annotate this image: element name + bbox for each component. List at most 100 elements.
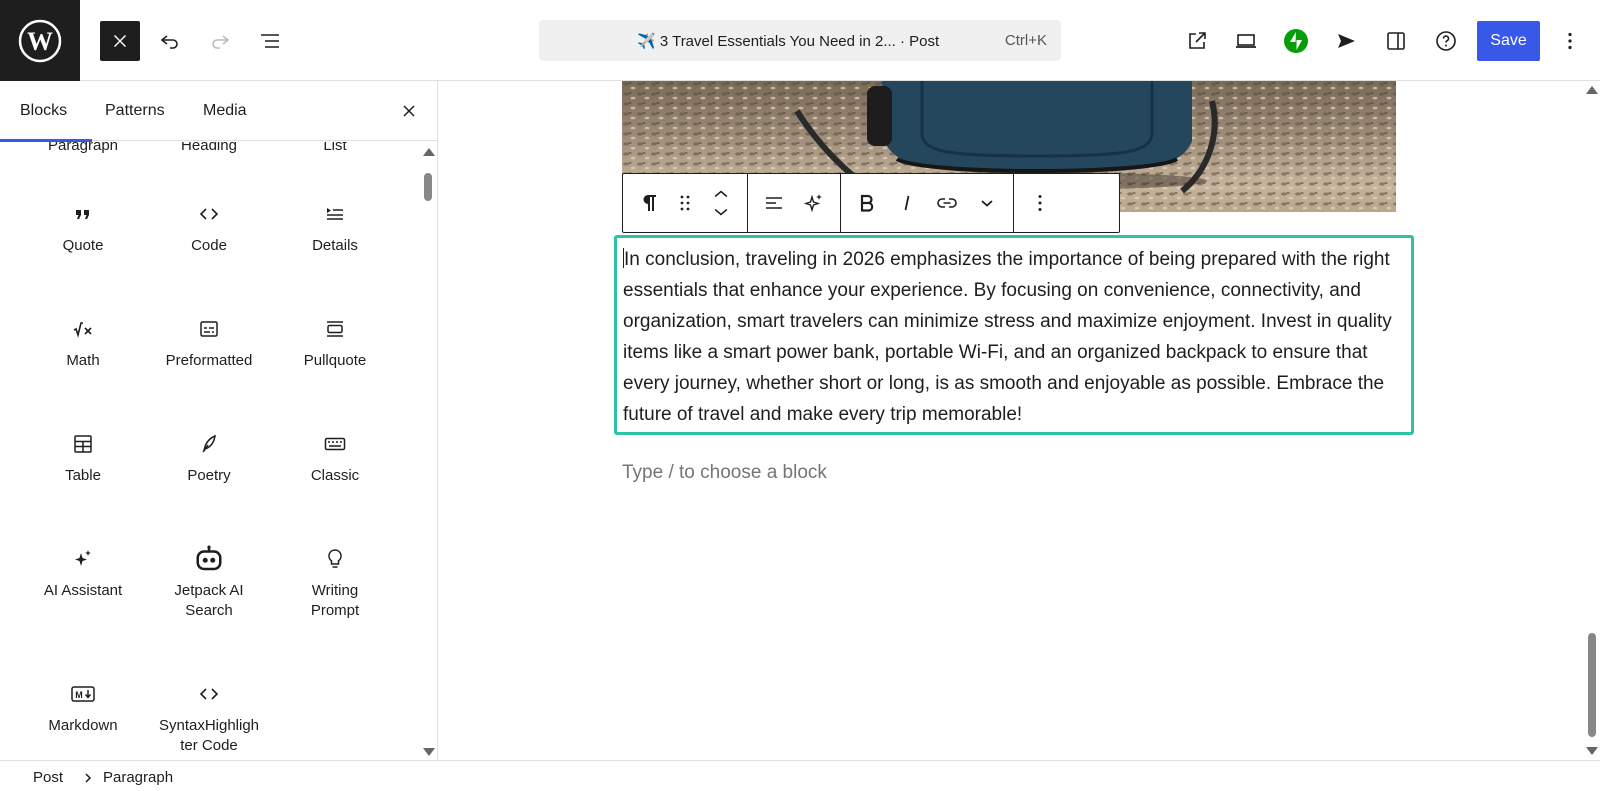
block-jetpack-ai-search[interactable]: Jetpack AI Search xyxy=(146,545,272,621)
block-syntaxhighlighter-code[interactable]: SyntaxHighlighter Code xyxy=(146,682,272,756)
close-panel-button[interactable] xyxy=(393,95,425,127)
document-overview-button[interactable] xyxy=(250,21,290,61)
paragraph-transform-button[interactable] xyxy=(629,183,669,223)
tab-patterns[interactable]: Patterns xyxy=(105,81,165,141)
paragraph-block-selected[interactable]: In conclusion, traveling in 2026 emphasi… xyxy=(614,235,1414,435)
shortcut-hint: Ctrl+K xyxy=(1004,32,1047,49)
redo-button[interactable] xyxy=(200,21,240,61)
chevron-down-icon xyxy=(981,200,993,207)
toolbar-group-block xyxy=(623,174,748,232)
svg-text:M: M xyxy=(75,690,83,700)
block-table[interactable]: Table xyxy=(20,432,146,486)
list-view-icon xyxy=(261,34,279,48)
inserter-scrollbar-thumb[interactable] xyxy=(424,173,432,201)
undo-button[interactable] xyxy=(150,21,190,61)
jetpack-button[interactable] xyxy=(1276,21,1316,61)
tab-blocks[interactable]: Blocks xyxy=(0,81,92,142)
sparkles-icon xyxy=(20,547,146,571)
more-vertical-icon xyxy=(1568,32,1572,50)
close-inserter-button[interactable] xyxy=(100,21,140,61)
block-writing-prompt[interactable]: Writing Prompt xyxy=(272,547,398,621)
block-poetry[interactable]: Poetry xyxy=(146,432,272,486)
editor-header: W ✈️ 3 Travel Essentials You Need in 2..… xyxy=(0,0,1600,81)
quote-icon xyxy=(20,202,146,226)
code-icon xyxy=(146,682,272,706)
undo-icon xyxy=(160,35,178,49)
view-post-button[interactable] xyxy=(1177,21,1217,61)
svg-text:W: W xyxy=(27,27,53,56)
block-details[interactable]: Details xyxy=(272,202,398,256)
pullquote-icon xyxy=(272,317,398,341)
keyboard-icon xyxy=(272,432,398,456)
send-icon xyxy=(1338,34,1355,48)
publish-send-button[interactable] xyxy=(1326,21,1366,61)
link-icon xyxy=(937,198,957,208)
robot-icon xyxy=(146,545,272,571)
table-icon xyxy=(20,432,146,456)
chevron-up-icon[interactable] xyxy=(711,188,731,200)
save-button[interactable]: Save xyxy=(1477,21,1540,61)
paragraph-icon xyxy=(643,195,656,211)
block-classic[interactable]: Classic xyxy=(272,432,398,486)
inserter-tabs: Blocks Patterns Media xyxy=(0,81,437,142)
paragraph-text[interactable]: In conclusion, traveling in 2026 emphasi… xyxy=(623,244,1405,430)
help-button[interactable] xyxy=(1426,21,1466,61)
wordpress-logo-icon[interactable]: W xyxy=(0,0,80,81)
settings-sidebar-button[interactable] xyxy=(1376,21,1416,61)
help-icon xyxy=(1436,31,1456,51)
more-formats-button[interactable] xyxy=(967,183,1007,223)
code-icon xyxy=(146,202,272,226)
link-button[interactable] xyxy=(927,183,967,223)
block-ai-assistant[interactable]: AI Assistant xyxy=(20,547,146,601)
block-pullquote[interactable]: Pullquote xyxy=(272,317,398,371)
preformatted-icon xyxy=(146,317,272,341)
ai-assistant-button[interactable] xyxy=(794,183,834,223)
block-preformatted[interactable]: Preformatted xyxy=(146,317,272,371)
align-button[interactable] xyxy=(754,183,794,223)
italic-button[interactable] xyxy=(887,183,927,223)
block-label-heading[interactable]: Heading xyxy=(146,142,272,154)
editor-scrollbar-thumb[interactable] xyxy=(1588,633,1596,737)
scroll-down-arrow-icon[interactable] xyxy=(1586,747,1598,755)
editor-canvas: In conclusion, traveling in 2026 emphasi… xyxy=(439,81,1600,760)
laptop-icon xyxy=(1236,34,1256,48)
more-vertical-icon xyxy=(1038,195,1042,211)
post-title-label: ✈️ 3 Travel Essentials You Need in 2... … xyxy=(637,33,940,50)
command-palette-bar[interactable]: ✈️ 3 Travel Essentials You Need in 2... … xyxy=(539,20,1061,61)
close-icon xyxy=(403,105,415,117)
block-math[interactable]: Math xyxy=(20,317,146,371)
inserter-scrollbar[interactable] xyxy=(420,142,437,760)
breadcrumb-paragraph[interactable]: Paragraph xyxy=(103,769,173,786)
breadcrumb-post[interactable]: Post xyxy=(33,769,63,786)
close-icon xyxy=(114,35,126,47)
block-label-list[interactable]: List xyxy=(272,142,398,154)
details-icon xyxy=(272,202,398,226)
toolbar-group-align xyxy=(748,174,841,232)
block-appender-placeholder[interactable]: Type / to choose a block xyxy=(622,462,827,484)
scroll-up-arrow-icon[interactable] xyxy=(423,148,435,156)
sparkles-icon xyxy=(803,194,822,213)
external-link-icon xyxy=(1189,32,1206,49)
bold-button[interactable] xyxy=(847,183,887,223)
toolbar-group-format xyxy=(841,174,1014,232)
scroll-up-arrow-icon[interactable] xyxy=(1586,86,1598,94)
block-options-button[interactable] xyxy=(1020,183,1060,223)
drag-handle[interactable] xyxy=(669,183,701,223)
toolbar-group-options xyxy=(1014,174,1066,232)
block-label-paragraph[interactable]: Paragraph xyxy=(20,142,146,154)
editor-scrollbar[interactable] xyxy=(1583,81,1600,760)
block-code[interactable]: Code xyxy=(146,202,272,256)
block-inserter-panel: Blocks Patterns Media Paragraph Heading … xyxy=(0,81,438,760)
move-block-buttons[interactable] xyxy=(701,183,741,223)
scroll-down-arrow-icon[interactable] xyxy=(423,748,435,756)
chevron-down-icon[interactable] xyxy=(711,206,731,218)
italic-icon xyxy=(904,195,910,211)
options-menu-button[interactable] xyxy=(1550,21,1590,61)
math-icon xyxy=(20,317,146,341)
bold-icon xyxy=(860,194,874,212)
tab-media[interactable]: Media xyxy=(203,81,247,141)
preview-device-button[interactable] xyxy=(1226,21,1266,61)
poetry-icon xyxy=(146,432,272,456)
block-quote[interactable]: Quote xyxy=(20,202,146,256)
block-markdown[interactable]: M Markdown xyxy=(20,682,146,736)
